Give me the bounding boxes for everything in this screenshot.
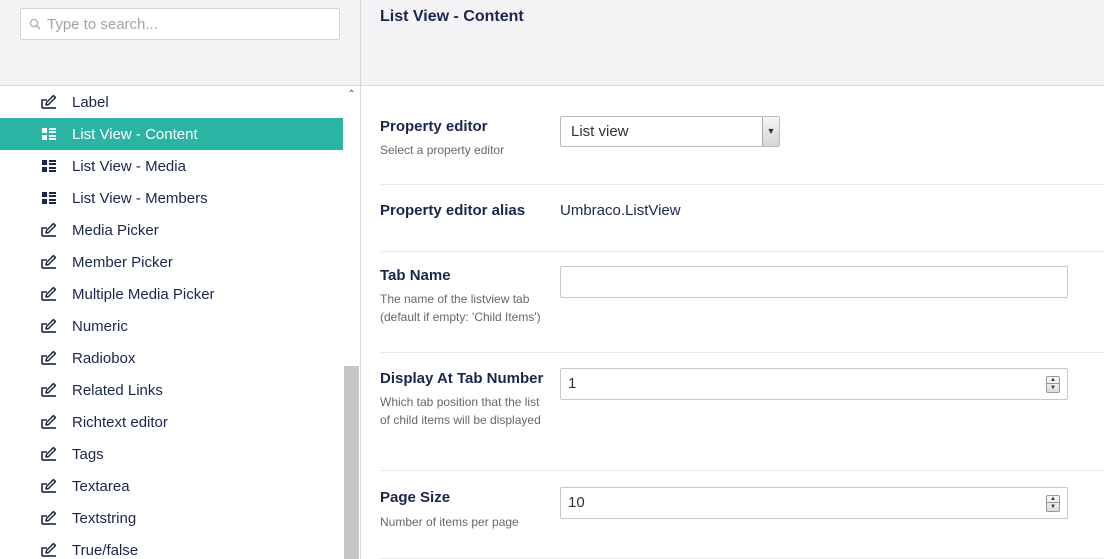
tree-item[interactable]: Numeric: [0, 310, 343, 342]
edit-icon: [40, 253, 58, 271]
tree-item-label: Textarea: [72, 477, 130, 495]
search-box[interactable]: [20, 8, 340, 40]
tree-item-label: Related Links: [72, 381, 163, 399]
property-editor-row: Property editor Select a property editor…: [380, 87, 1104, 185]
tree-item-label: Textstring: [72, 509, 137, 527]
editor-content: Property editor Select a property editor…: [361, 87, 1104, 559]
tree-panel: Label List View - Content List View - Medi…: [0, 0, 361, 559]
tree-item-label: Tags: [72, 445, 104, 463]
tree-item[interactable]: Multiple Media Picker: [0, 278, 343, 310]
property-editor-alias-row: Property editor alias Umbraco.ListView: [380, 185, 1104, 252]
property-editor-select-value: List view: [571, 123, 629, 140]
tab-name-input[interactable]: [560, 266, 1068, 298]
grid-list-icon: [40, 189, 58, 207]
search-area: [0, 0, 360, 86]
tree-item[interactable]: Radiobox: [0, 342, 343, 374]
tree-item[interactable]: Textstring: [0, 502, 343, 534]
grid-list-icon: [40, 125, 58, 143]
tree-item[interactable]: List View - Members: [0, 182, 343, 214]
spinner-up-icon[interactable]: ▲: [1047, 496, 1059, 503]
tree-item[interactable]: Textarea: [0, 470, 343, 502]
property-editor-select[interactable]: List view ▼: [560, 116, 780, 147]
display-at-tab-number-label: Display At Tab Number: [380, 370, 544, 387]
tree-item[interactable]: Media Picker: [0, 214, 343, 246]
edit-icon: [40, 445, 58, 463]
display-at-tab-number-description: Which tab position that the list of chil…: [380, 395, 541, 427]
edit-icon: [40, 317, 58, 335]
chevron-down-icon[interactable]: ▼: [762, 117, 779, 146]
page-size-input[interactable]: 10 ▲ ▼: [560, 487, 1068, 519]
spinner-up-icon[interactable]: ▲: [1047, 377, 1059, 384]
edit-icon: [40, 93, 58, 111]
spinner-down-icon[interactable]: ▼: [1047, 504, 1059, 511]
scroll-up-arrow-icon[interactable]: ⌃: [345, 88, 358, 102]
grid-list-icon: [40, 157, 58, 175]
tree-item[interactable]: Member Picker: [0, 246, 343, 278]
tree-item-label: Label: [72, 93, 109, 111]
property-editor-description: Select a property editor: [380, 143, 505, 157]
edit-icon: [40, 381, 58, 399]
display-at-tab-number-input[interactable]: 1 ▲ ▼: [560, 368, 1068, 400]
tree-item-label: List View - Media: [72, 157, 186, 175]
tree-item-label: Media Picker: [72, 221, 159, 239]
tab-name-label: Tab Name: [380, 267, 451, 284]
tree-item-label: Richtext editor: [72, 413, 168, 431]
page-size-value: 10: [568, 494, 585, 511]
tree-item-label: Radiobox: [72, 349, 136, 367]
edit-icon: [40, 285, 58, 303]
edit-icon: [40, 349, 58, 367]
tree-scrollbar[interactable]: ⌃: [343, 86, 360, 559]
number-spinner[interactable]: ▲ ▼: [1046, 495, 1060, 512]
property-editor-label: Property editor: [380, 118, 488, 135]
display-at-tab-number-row: Display At Tab Number Which tab position…: [380, 353, 1104, 471]
tree-item[interactable]: List View - Content: [0, 118, 343, 150]
tree-item-label: List View - Content: [72, 125, 198, 143]
edit-icon: [40, 477, 58, 495]
display-at-tab-number-value: 1: [568, 375, 577, 392]
page-size-row: Page Size Number of items per page 10 ▲ …: [380, 471, 1104, 559]
property-editor-alias-value: Umbraco.ListView: [560, 202, 681, 219]
tree-item[interactable]: Related Links: [0, 374, 343, 406]
tree-item[interactable]: True/false: [0, 534, 343, 559]
search-input[interactable]: [47, 9, 337, 39]
tab-name-description: The name of the listview tab (default if…: [380, 292, 541, 324]
number-spinner[interactable]: ▲ ▼: [1046, 376, 1060, 393]
tree-item-label: True/false: [72, 541, 139, 559]
scroll-thumb[interactable]: [344, 366, 359, 559]
data-type-tree: Label List View - Content List View - Medi…: [0, 86, 343, 559]
tree-item-label: List View - Members: [72, 189, 208, 207]
tree-item[interactable]: List View - Media: [0, 150, 343, 182]
edit-icon: [40, 221, 58, 239]
page-size-label: Page Size: [380, 489, 451, 506]
spinner-down-icon[interactable]: ▼: [1047, 385, 1059, 392]
tree-item[interactable]: Tags: [0, 438, 343, 470]
edit-icon: [40, 509, 58, 527]
tree-item-label: Multiple Media Picker: [72, 285, 215, 303]
search-icon: [29, 18, 41, 30]
page-size-description: Number of items per page: [380, 515, 519, 529]
tab-name-row: Tab Name The name of the listview tab (d…: [380, 252, 1104, 353]
tree-item-label: Member Picker: [72, 253, 173, 271]
edit-icon: [40, 413, 58, 431]
editor-header: List View - Content: [361, 0, 1104, 86]
edit-icon: [40, 541, 58, 559]
property-editor-alias-label: Property editor alias: [380, 202, 526, 219]
page-title: List View - Content: [380, 8, 524, 25]
tree-item[interactable]: Richtext editor: [0, 406, 343, 438]
tree-item[interactable]: Label: [0, 86, 343, 118]
tree-item-label: Numeric: [72, 317, 128, 335]
